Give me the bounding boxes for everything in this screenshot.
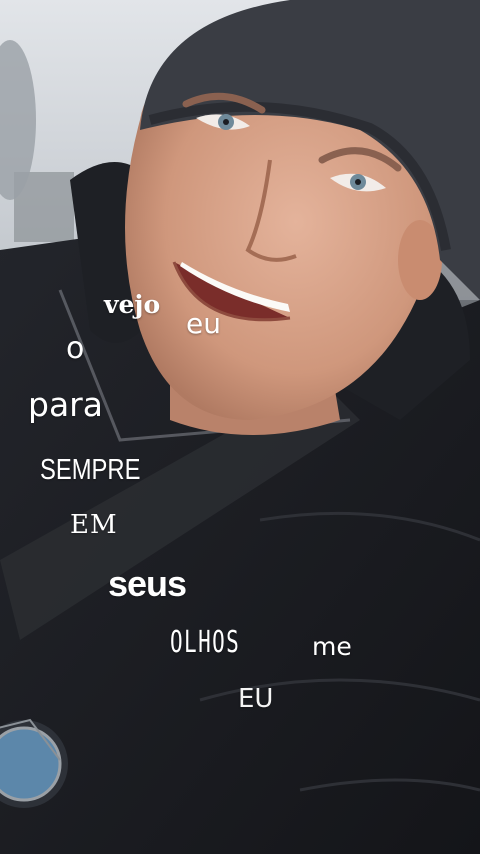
- lyric-word-para: para: [28, 385, 103, 424]
- lyric-word-o: o: [66, 331, 85, 366]
- lyric-word-eu: eu: [186, 307, 221, 340]
- lyric-word-em: EM: [70, 510, 118, 540]
- photo-background: vejo eu o para SEMPRE EM seus OLHOS me E…: [0, 0, 480, 854]
- lyric-word-me: me: [312, 632, 352, 661]
- selfie-photo: [0, 0, 480, 854]
- lyric-word-vejo: vejo: [104, 290, 161, 319]
- lyric-word-seus: seus: [108, 563, 187, 604]
- lyric-word-olhos: OLHOS: [170, 625, 241, 660]
- lyric-word-eu-upper: EU: [238, 684, 274, 714]
- lyric-word-sempre: SEMPRE: [40, 454, 141, 486]
